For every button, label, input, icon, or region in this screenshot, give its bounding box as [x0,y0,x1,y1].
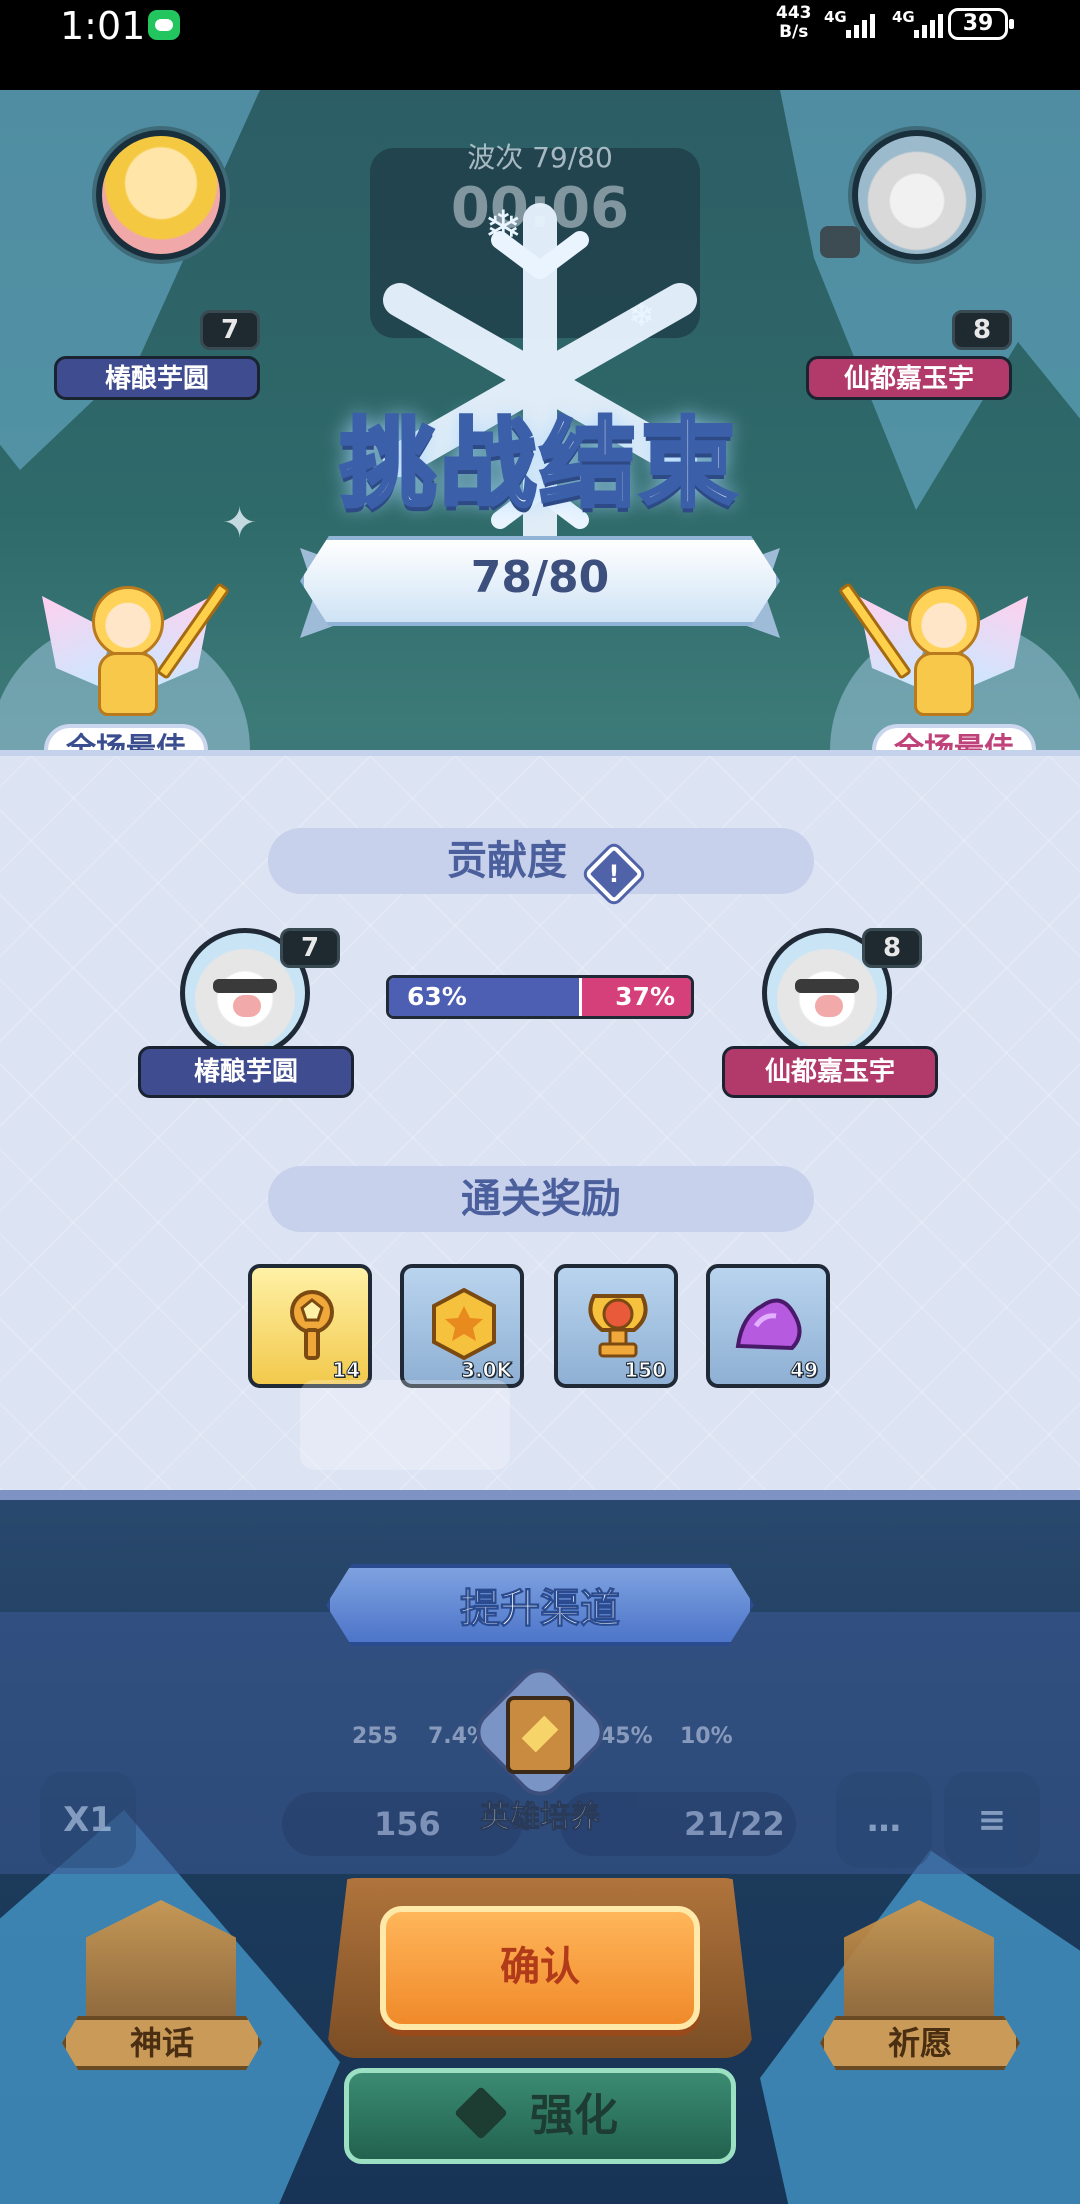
chat-icon: … [836,1772,932,1868]
bg-stat: 255 [352,1724,398,1749]
reward-qty: 49 [790,1358,819,1383]
chat-bubble-icon [820,226,860,258]
contribution-bar: 63% 37% [386,975,694,1019]
contribution-bar-right: 37% [579,978,691,1016]
status-bar: 1:01 443 B/s 4G 4G 39 [0,0,1080,90]
reward-item[interactable]: 3.0K [400,1264,524,1388]
mvp-hero-right [837,576,1028,726]
rewards-heading: 通关奖励 [268,1166,814,1232]
key-icon [290,1290,334,1360]
chest-silhouette [300,1380,510,1470]
reward-item[interactable]: 49 [706,1264,830,1388]
bg-stat: 45% [600,1724,653,1749]
level-badge-left: 7 [200,310,260,350]
player-name-right: 仙都嘉玉宇 [806,356,1012,400]
hero-card-icon [506,1696,574,1774]
result-title: 挑战结束 [338,406,740,522]
contribution-bar-left: 63% [389,978,580,1016]
reward-qty: 14 [332,1358,361,1383]
wish-button: 祈愿 [820,2016,1020,2070]
reward-item[interactable]: 14 [248,1264,372,1388]
contributor-level-right: 8 [862,928,922,968]
contributor-level-left: 7 [280,928,340,968]
net-speed-value: 443 [776,3,812,23]
hero-upgrade-label: 英雄培养 [480,1800,601,1836]
contribution-heading: 贡献度 ! [268,828,814,904]
strengthen-icon [454,2086,508,2140]
mvp-hero-left [42,576,231,726]
wave-counter: 波次 79/80 [467,141,613,174]
score-value: 78/80 [470,552,610,603]
menu-icon: ≡ [944,1772,1040,1868]
level-badge-right: 8 [952,310,1012,350]
myth-button: 神话 [62,2016,262,2070]
snowflake-icon: ✦ [222,498,258,547]
crystal-icon [735,1298,802,1351]
snowflake-icon: ❄ [628,296,655,334]
reward-qty: 3.0K [461,1358,513,1383]
reward-item[interactable]: 150 [554,1264,678,1388]
reward-qty: 150 [624,1358,667,1383]
player-name-left: 椿酿芋圆 [54,356,260,400]
contributor-name-right: 仙都嘉玉宇 [722,1046,938,1098]
clock: 1:01 [60,4,146,48]
contribution-heading-text: 贡献度 [447,838,568,884]
player-avatar-left[interactable] [96,130,226,260]
bg-stat: 10% [680,1724,733,1749]
strengthen-button: 强化 [344,2068,736,2164]
trophy-icon [588,1294,648,1358]
confirm-button[interactable]: 确认 [380,1906,700,2030]
net-speed: 443 B/s [776,4,812,42]
info-glyph: ! [608,860,620,888]
speed-button: X1 [40,1772,136,1868]
net-speed-unit: B/s [779,22,809,42]
battery-icon: 39 [948,8,1014,40]
wechat-icon [148,10,180,40]
contributor-name-left: 椿酿芋圆 [138,1046,354,1098]
player-avatar-right[interactable] [852,130,982,260]
snowflake-icon: ❄ [484,200,523,254]
network-type: 4G [824,8,847,26]
network-type: 4G [892,8,915,26]
strengthen-label: 强化 [530,2090,618,2141]
coin-icon [432,1287,496,1361]
upgrade-heading: 提升渠道 [460,1586,621,1633]
